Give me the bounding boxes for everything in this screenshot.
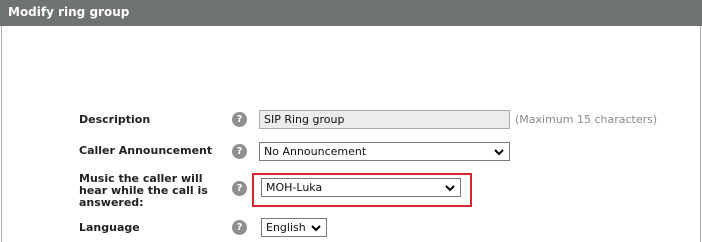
moh-label: Music the caller will hear while the cal…	[79, 173, 208, 209]
language-value: English	[266, 221, 306, 234]
description-field[interactable]: SIP Ring group	[259, 110, 510, 129]
caller-announcement-value: No Announcement	[264, 145, 367, 158]
description-label: Description	[79, 113, 151, 126]
chevron-down-icon	[494, 149, 504, 156]
form-panel	[1, 26, 701, 242]
chevron-down-icon	[311, 225, 321, 232]
language-label: Language	[79, 221, 140, 234]
chevron-down-icon	[445, 185, 455, 192]
moh-help-icon[interactable]: ?	[232, 181, 247, 196]
caller-announcement-label: Caller Announcement	[79, 144, 213, 157]
window-title: Modify ring group	[0, 0, 702, 26]
caller-announcement-select[interactable]: No Announcement	[259, 142, 510, 161]
language-select[interactable]: English	[261, 218, 327, 237]
moh-value: MOH-Luka	[266, 181, 323, 194]
moh-label-line-3: answered:	[79, 196, 144, 209]
language-help-icon[interactable]: ?	[232, 220, 247, 235]
caller-announcement-help-icon[interactable]: ?	[232, 144, 247, 159]
description-hint: (Maximum 15 characters)	[515, 113, 658, 126]
moh-select[interactable]: MOH-Luka	[261, 178, 461, 197]
description-help-icon[interactable]: ?	[232, 112, 247, 127]
